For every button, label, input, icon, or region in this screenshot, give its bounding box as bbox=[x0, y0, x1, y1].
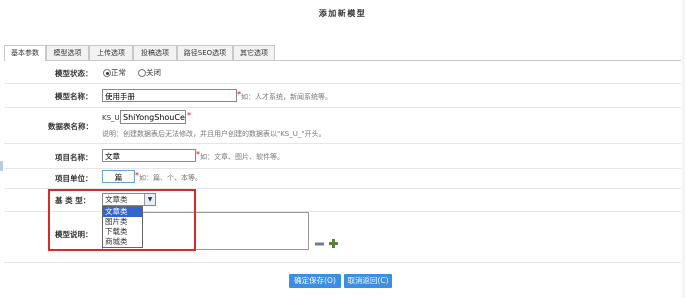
required-marker: * bbox=[187, 111, 191, 120]
tab-upload-options[interactable]: 上传选项 bbox=[89, 45, 133, 60]
status-closed-label: 关闭 bbox=[146, 68, 161, 77]
model-status-label: 模型状态： bbox=[55, 69, 93, 78]
model-name-input[interactable]: 使用手册 bbox=[102, 89, 237, 102]
table-name-label: 数据表名称： bbox=[48, 122, 93, 131]
cancel-button[interactable]: 取消返回(C) bbox=[344, 274, 392, 288]
item-unit-input[interactable]: 篇 bbox=[102, 170, 135, 183]
table-name-hint: 说明：创建数据表后无法修改，并且用户创建的数据表以"KS_U_"开头。 bbox=[102, 130, 326, 138]
item-name-label: 项目名称： bbox=[55, 153, 93, 162]
minus-icon[interactable] bbox=[315, 241, 324, 248]
tab-path-seo-options[interactable]: 路径SEO选项 bbox=[177, 45, 233, 60]
model-name-hint: 如：人才系统，新闻系统等。 bbox=[241, 93, 332, 101]
table-name-input[interactable]: ShiYongShouCe bbox=[120, 110, 186, 124]
radio-normal[interactable] bbox=[103, 69, 111, 77]
status-normal-label: 正常 bbox=[111, 68, 126, 77]
highlight-box bbox=[48, 189, 196, 251]
save-button[interactable]: 确定保存(O) bbox=[289, 274, 341, 288]
tab-submission-options[interactable]: 投稿选项 bbox=[133, 45, 177, 60]
model-name-label: 模型名称： bbox=[55, 92, 93, 101]
page-title: 添加新模型 bbox=[318, 9, 367, 18]
item-name-input[interactable]: 文章 bbox=[102, 149, 196, 162]
tab-other-options[interactable]: 其它选项 bbox=[233, 45, 275, 60]
footer-divider bbox=[4, 262, 681, 263]
item-unit-label: 项目单位： bbox=[55, 174, 93, 183]
status-closed-option[interactable]: 关闭 bbox=[138, 67, 161, 78]
left-edge-handle[interactable] bbox=[0, 161, 3, 171]
item-name-hint: 如：文章、图片、软件等。 bbox=[200, 153, 284, 161]
tab-model-options[interactable]: 模型选项 bbox=[46, 45, 89, 60]
plus-icon[interactable] bbox=[329, 239, 338, 248]
status-normal-option[interactable]: 正常 bbox=[103, 67, 126, 78]
radio-closed[interactable] bbox=[138, 69, 146, 77]
tab-basic-params[interactable]: 基本参数 bbox=[4, 45, 46, 61]
item-unit-hint: 如：篇、个、本等。 bbox=[139, 174, 202, 182]
